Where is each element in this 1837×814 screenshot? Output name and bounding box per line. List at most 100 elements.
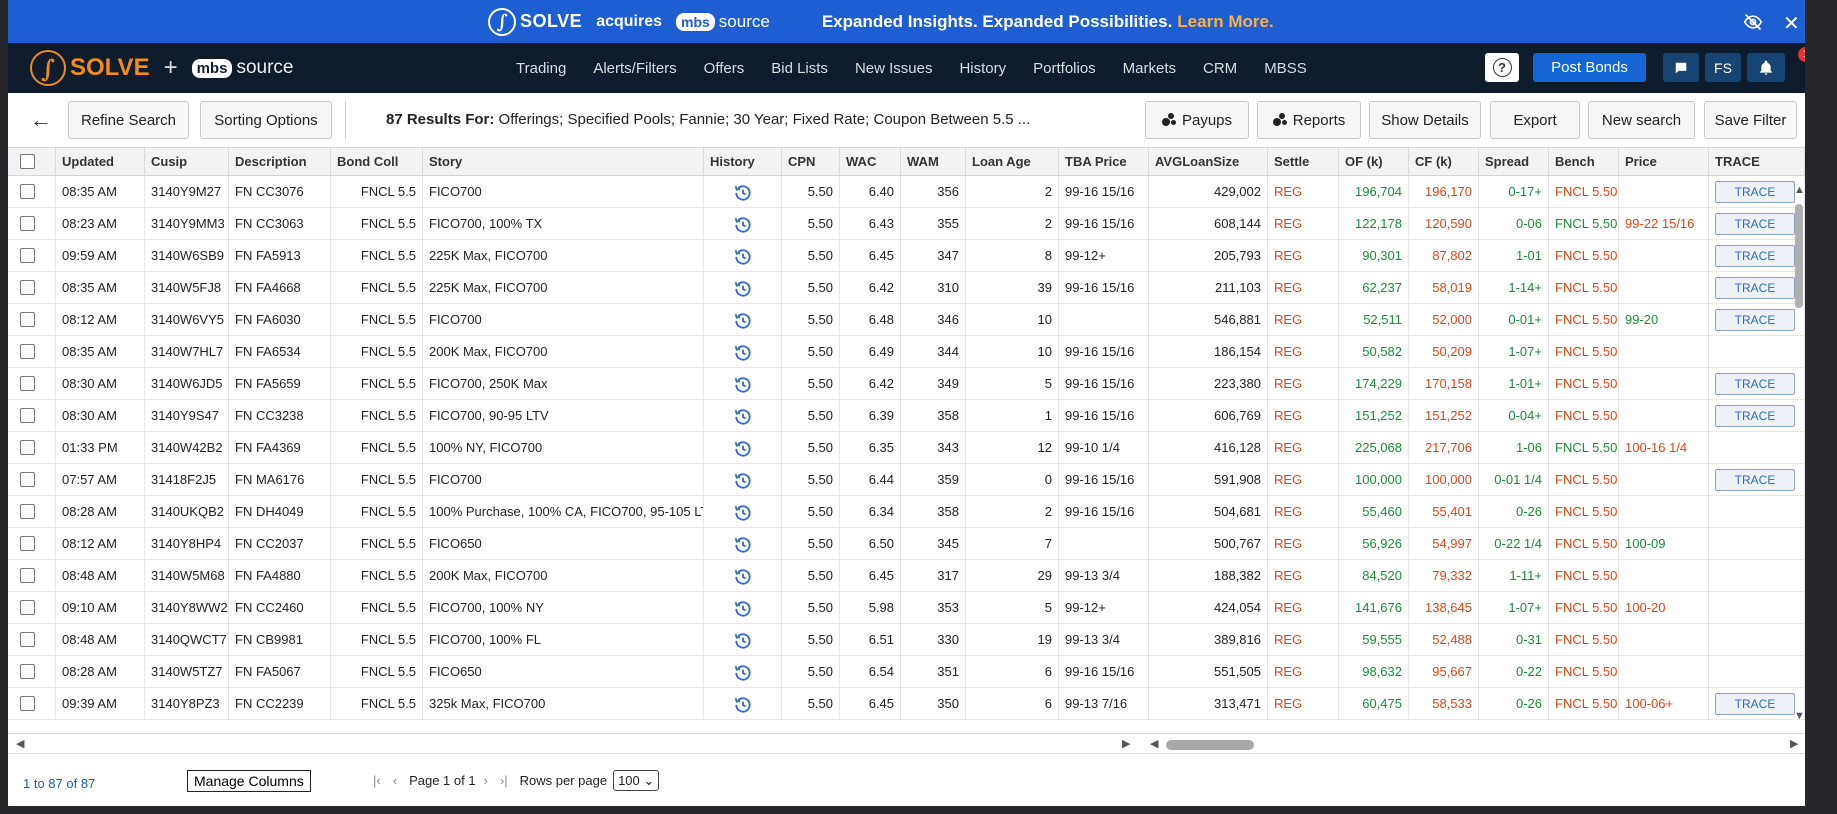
- row-checkbox[interactable]: [20, 536, 35, 551]
- save-filter-button[interactable]: Save Filter: [1704, 101, 1797, 139]
- refine-search-button[interactable]: Refine Search: [68, 101, 189, 139]
- nav-crm[interactable]: CRM: [1203, 60, 1237, 77]
- first-page-icon[interactable]: |‹: [373, 773, 381, 788]
- column-header-settle[interactable]: Settle: [1268, 148, 1339, 176]
- reports-button[interactable]: Reports: [1257, 101, 1361, 139]
- next-page-icon[interactable]: ›: [484, 773, 488, 788]
- trace-button[interactable]: TRACE: [1715, 181, 1795, 203]
- row-checkbox[interactable]: [20, 408, 35, 423]
- column-header-of-k[interactable]: OF (k): [1339, 148, 1409, 176]
- last-page-icon[interactable]: ›|: [500, 773, 508, 788]
- sorting-options-button[interactable]: Sorting Options: [200, 101, 332, 139]
- prev-page-icon[interactable]: ‹: [393, 773, 397, 788]
- column-header-price[interactable]: Price: [1619, 148, 1709, 176]
- history-icon[interactable]: [733, 471, 753, 491]
- nav-history[interactable]: History: [959, 60, 1006, 77]
- back-arrow-icon[interactable]: ←: [30, 107, 52, 133]
- column-header-cusip[interactable]: Cusip: [145, 148, 229, 176]
- row-checkbox[interactable]: [20, 376, 35, 391]
- payups-button[interactable]: Payups: [1145, 101, 1249, 139]
- row-checkbox[interactable]: [20, 632, 35, 647]
- post-bonds-button[interactable]: Post Bonds: [1533, 53, 1646, 82]
- table-row[interactable]: 08:35 AM 3140Y9M27 FN CC3076 FNCL 5.5 FICO70…: [8, 176, 1805, 208]
- table-row[interactable]: 08:35 AM 3140W5FJ8 FN FA4668 FNCL 5.5 225K M…: [8, 272, 1805, 304]
- table-row[interactable]: 07:57 AM 31418F2J5 FN MA6176 FNCL 5.5 FICO70…: [8, 464, 1805, 496]
- history-icon[interactable]: [733, 599, 753, 619]
- column-header-cpn[interactable]: CPN: [782, 148, 840, 176]
- column-header-description[interactable]: Description: [229, 148, 331, 176]
- manage-columns-button[interactable]: Manage Columns: [187, 770, 311, 792]
- trace-button[interactable]: TRACE: [1715, 693, 1795, 715]
- rows-per-page-select[interactable]: 100 ⌄: [613, 770, 660, 791]
- help-button[interactable]: ?: [1485, 53, 1519, 82]
- show-details-button[interactable]: Show Details: [1369, 101, 1481, 139]
- nav-bid-lists[interactable]: Bid Lists: [771, 60, 828, 77]
- table-row[interactable]: 08:28 AM 3140UKQB2 FN DH4049 FNCL 5.5 100% P…: [8, 496, 1805, 528]
- history-icon[interactable]: [733, 695, 753, 715]
- vertical-scrollbar[interactable]: ▲ ▼: [1793, 176, 1805, 733]
- table-row[interactable]: 09:10 AM 3140Y8WW2 FN CC2460 FNCL 5.5 FICO70…: [8, 592, 1805, 624]
- trace-button[interactable]: TRACE: [1715, 373, 1795, 395]
- close-icon[interactable]: ✕: [1783, 11, 1800, 36]
- notifications-button[interactable]: [1747, 53, 1785, 82]
- user-avatar[interactable]: FS: [1705, 53, 1741, 82]
- table-row[interactable]: 08:48 AM 3140QWCT7 FN CB9981 FNCL 5.5 FICO70…: [8, 624, 1805, 656]
- history-icon[interactable]: [733, 311, 753, 331]
- table-row[interactable]: 01:33 PM 3140W42B2 FN FA4369 FNCL 5.5 100% N…: [8, 432, 1805, 464]
- column-header-trace[interactable]: TRACE: [1709, 148, 1805, 176]
- scroll-down-icon[interactable]: ▼: [1794, 710, 1805, 722]
- nav-new-issues[interactable]: New Issues: [855, 60, 933, 77]
- table-row[interactable]: 08:35 AM 3140W7HL7 FN FA6534 FNCL 5.5 200K M…: [8, 336, 1805, 368]
- row-checkbox[interactable]: [20, 440, 35, 455]
- history-icon[interactable]: [733, 279, 753, 299]
- scroll-left-icon[interactable]: ◀: [16, 737, 24, 750]
- learn-more-link[interactable]: Learn More.: [1177, 12, 1273, 32]
- column-header-wam[interactable]: WAM: [901, 148, 966, 176]
- row-checkbox[interactable]: [20, 248, 35, 263]
- column-header-loan-age[interactable]: Loan Age: [966, 148, 1059, 176]
- nav-portfolios[interactable]: Portfolios: [1033, 60, 1096, 77]
- table-row[interactable]: 08:12 AM 3140W6VY5 FN FA6030 FNCL 5.5 FICO70…: [8, 304, 1805, 336]
- history-icon[interactable]: [733, 439, 753, 459]
- history-icon[interactable]: [733, 215, 753, 235]
- eye-off-icon[interactable]: [1743, 12, 1763, 32]
- row-checkbox[interactable]: [20, 664, 35, 679]
- scroll-right-icon[interactable]: ▶: [1790, 737, 1798, 750]
- column-header-tba-price[interactable]: TBA Price: [1059, 148, 1149, 176]
- column-header-story[interactable]: Story: [423, 148, 704, 176]
- select-all-checkbox[interactable]: [20, 154, 35, 169]
- nav-offers[interactable]: Offers: [704, 60, 745, 77]
- chat-button[interactable]: [1663, 53, 1699, 82]
- table-row[interactable]: 09:39 AM 3140Y8PZ3 FN CC2239 FNCL 5.5 325k M…: [8, 688, 1805, 720]
- trace-button[interactable]: TRACE: [1715, 245, 1795, 267]
- nav-trading[interactable]: Trading: [516, 60, 566, 77]
- history-icon[interactable]: [733, 343, 753, 363]
- history-icon[interactable]: [733, 535, 753, 555]
- row-checkbox[interactable]: [20, 600, 35, 615]
- scroll-left-icon[interactable]: ◀: [1150, 737, 1158, 750]
- history-icon[interactable]: [733, 183, 753, 203]
- history-icon[interactable]: [733, 375, 753, 395]
- row-checkbox[interactable]: [20, 504, 35, 519]
- export-button[interactable]: Export: [1490, 101, 1580, 139]
- row-checkbox[interactable]: [20, 216, 35, 231]
- table-row[interactable]: 08:23 AM 3140Y9MM3 FN CC3063 FNCL 5.5 FICO70…: [8, 208, 1805, 240]
- column-header-cf-k[interactable]: CF (k): [1409, 148, 1479, 176]
- column-header-bench[interactable]: Bench: [1549, 148, 1619, 176]
- history-icon[interactable]: [733, 503, 753, 523]
- table-row[interactable]: 08:48 AM 3140W5M68 FN FA4880 FNCL 5.5 200K M…: [8, 560, 1805, 592]
- table-row[interactable]: 08:30 AM 3140Y9S47 FN CC3238 FNCL 5.5 FICO70…: [8, 400, 1805, 432]
- history-icon[interactable]: [733, 631, 753, 651]
- trace-button[interactable]: TRACE: [1715, 309, 1795, 331]
- history-icon[interactable]: [733, 247, 753, 267]
- column-header-bond-coll[interactable]: Bond Coll: [331, 148, 423, 176]
- nav-markets[interactable]: Markets: [1123, 60, 1176, 77]
- horizontal-scrollbar[interactable]: ◀ ▶ ◀ ▶: [8, 733, 1805, 753]
- trace-button[interactable]: TRACE: [1715, 213, 1795, 235]
- history-icon[interactable]: [733, 567, 753, 587]
- trace-button[interactable]: TRACE: [1715, 405, 1795, 427]
- row-checkbox[interactable]: [20, 696, 35, 711]
- column-header-updated[interactable]: Updated: [56, 148, 145, 176]
- nav-alerts-filters[interactable]: Alerts/Filters: [593, 60, 676, 77]
- new-search-button[interactable]: New search: [1588, 101, 1695, 139]
